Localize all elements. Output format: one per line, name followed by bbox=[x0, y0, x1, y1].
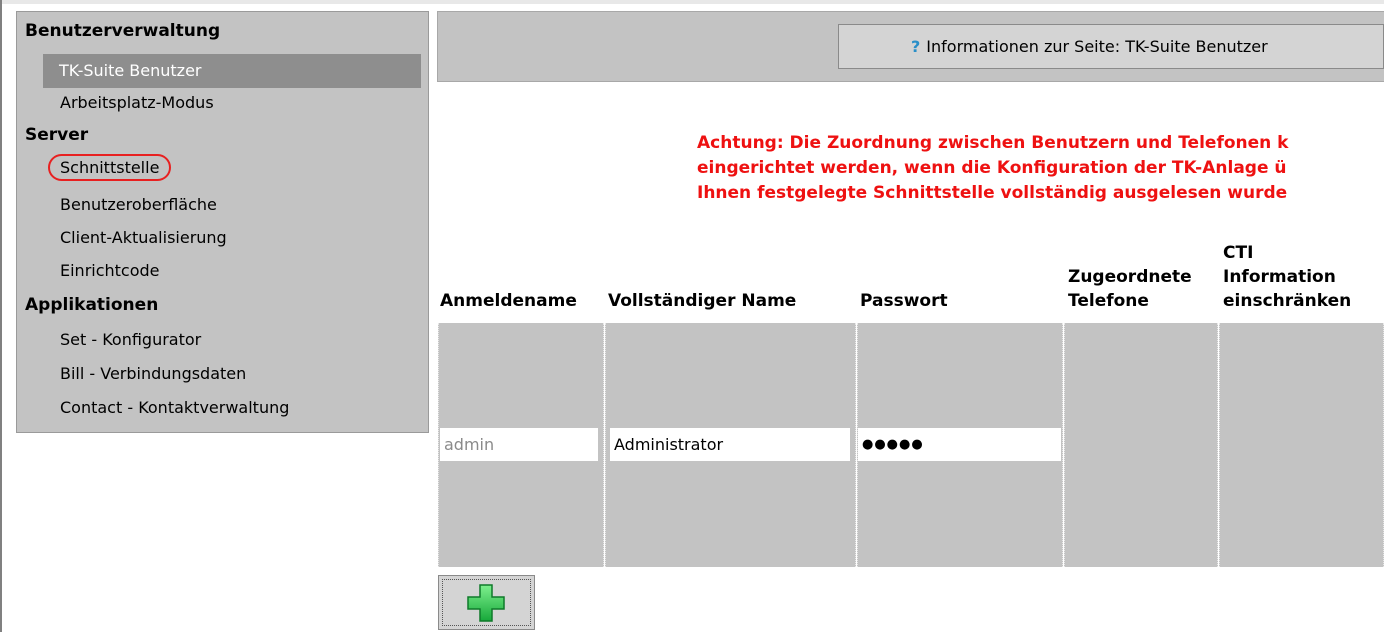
sidebar-item-bill-verbindungsdaten[interactable]: Bill - Verbindungsdaten bbox=[60, 364, 246, 383]
sidebar-item-contact-kontaktverwaltung[interactable]: Contact - Kontaktverwaltung bbox=[60, 398, 289, 417]
sidebar-heading-benutzerverwaltung: Benutzerverwaltung bbox=[25, 21, 221, 41]
sidebar-heading-applikationen: Applikationen bbox=[25, 295, 159, 315]
column-header-cti-line: Information bbox=[1223, 267, 1336, 287]
warning-line: Ihnen festgelegte Schnittstelle vollstän… bbox=[697, 183, 1288, 203]
warning-line: eingerichtet werden, wenn die Konfigurat… bbox=[697, 158, 1287, 178]
page-info-label: Informationen zur Seite: TK-Suite Benutz… bbox=[926, 37, 1268, 56]
left-border bbox=[0, 0, 2, 632]
password-field[interactable]: ●●●●● bbox=[858, 428, 1061, 461]
table-cell-cti[interactable] bbox=[1219, 323, 1384, 567]
sidebar-item-einrichtcode[interactable]: Einrichtcode bbox=[60, 261, 160, 280]
sidebar-nav: Benutzerverwaltung TK-Suite Benutzer Arb… bbox=[16, 11, 429, 433]
column-header-cti-line: CTI bbox=[1223, 243, 1254, 263]
column-header-phones-line: Zugeordnete bbox=[1068, 267, 1192, 287]
warning-message: Achtung: Die Zuordnung zwischen Benutzer… bbox=[697, 131, 1384, 206]
sidebar-item-arbeitsplatz-modus[interactable]: Arbeitsplatz-Modus bbox=[60, 93, 214, 112]
sidebar-item-benutzeroberflaeche[interactable]: Benutzeroberfläche bbox=[60, 195, 217, 214]
sidebar-item-schnittstelle[interactable]: Schnittstelle bbox=[48, 154, 172, 181]
column-header-fullname: Vollständiger Name bbox=[608, 291, 797, 311]
column-header-password: Passwort bbox=[860, 291, 948, 311]
sidebar-item-tk-suite-benutzer[interactable]: TK-Suite Benutzer bbox=[43, 54, 421, 88]
table-cell-phones[interactable] bbox=[1064, 323, 1218, 567]
highlight-circle: Schnittstelle bbox=[48, 154, 172, 181]
warning-line: Achtung: Die Zuordnung zwischen Benutzer… bbox=[697, 133, 1289, 153]
fullname-field[interactable]: Administrator bbox=[610, 428, 850, 461]
column-header-cti-line: einschränken bbox=[1223, 291, 1352, 311]
sidebar-item-set-konfigurator[interactable]: Set - Konfigurator bbox=[60, 330, 201, 349]
column-header-login: Anmeldename bbox=[440, 291, 577, 311]
question-icon: ? bbox=[911, 37, 921, 56]
login-field[interactable]: admin bbox=[440, 428, 598, 461]
column-header-cti: CTI Information einschränken bbox=[1223, 241, 1351, 313]
column-header-phones-line: Telefone bbox=[1068, 291, 1149, 311]
add-user-button[interactable] bbox=[438, 575, 535, 630]
plus-icon bbox=[467, 584, 505, 622]
column-header-phones: Zugeordnete Telefone bbox=[1068, 265, 1192, 313]
page-info-button[interactable]: ? Informationen zur Seite: TK-Suite Benut… bbox=[838, 24, 1384, 69]
sidebar-heading-server: Server bbox=[25, 125, 89, 145]
sidebar-item-client-aktualisierung[interactable]: Client-Aktualisierung bbox=[60, 228, 227, 247]
top-border bbox=[0, 0, 1384, 4]
